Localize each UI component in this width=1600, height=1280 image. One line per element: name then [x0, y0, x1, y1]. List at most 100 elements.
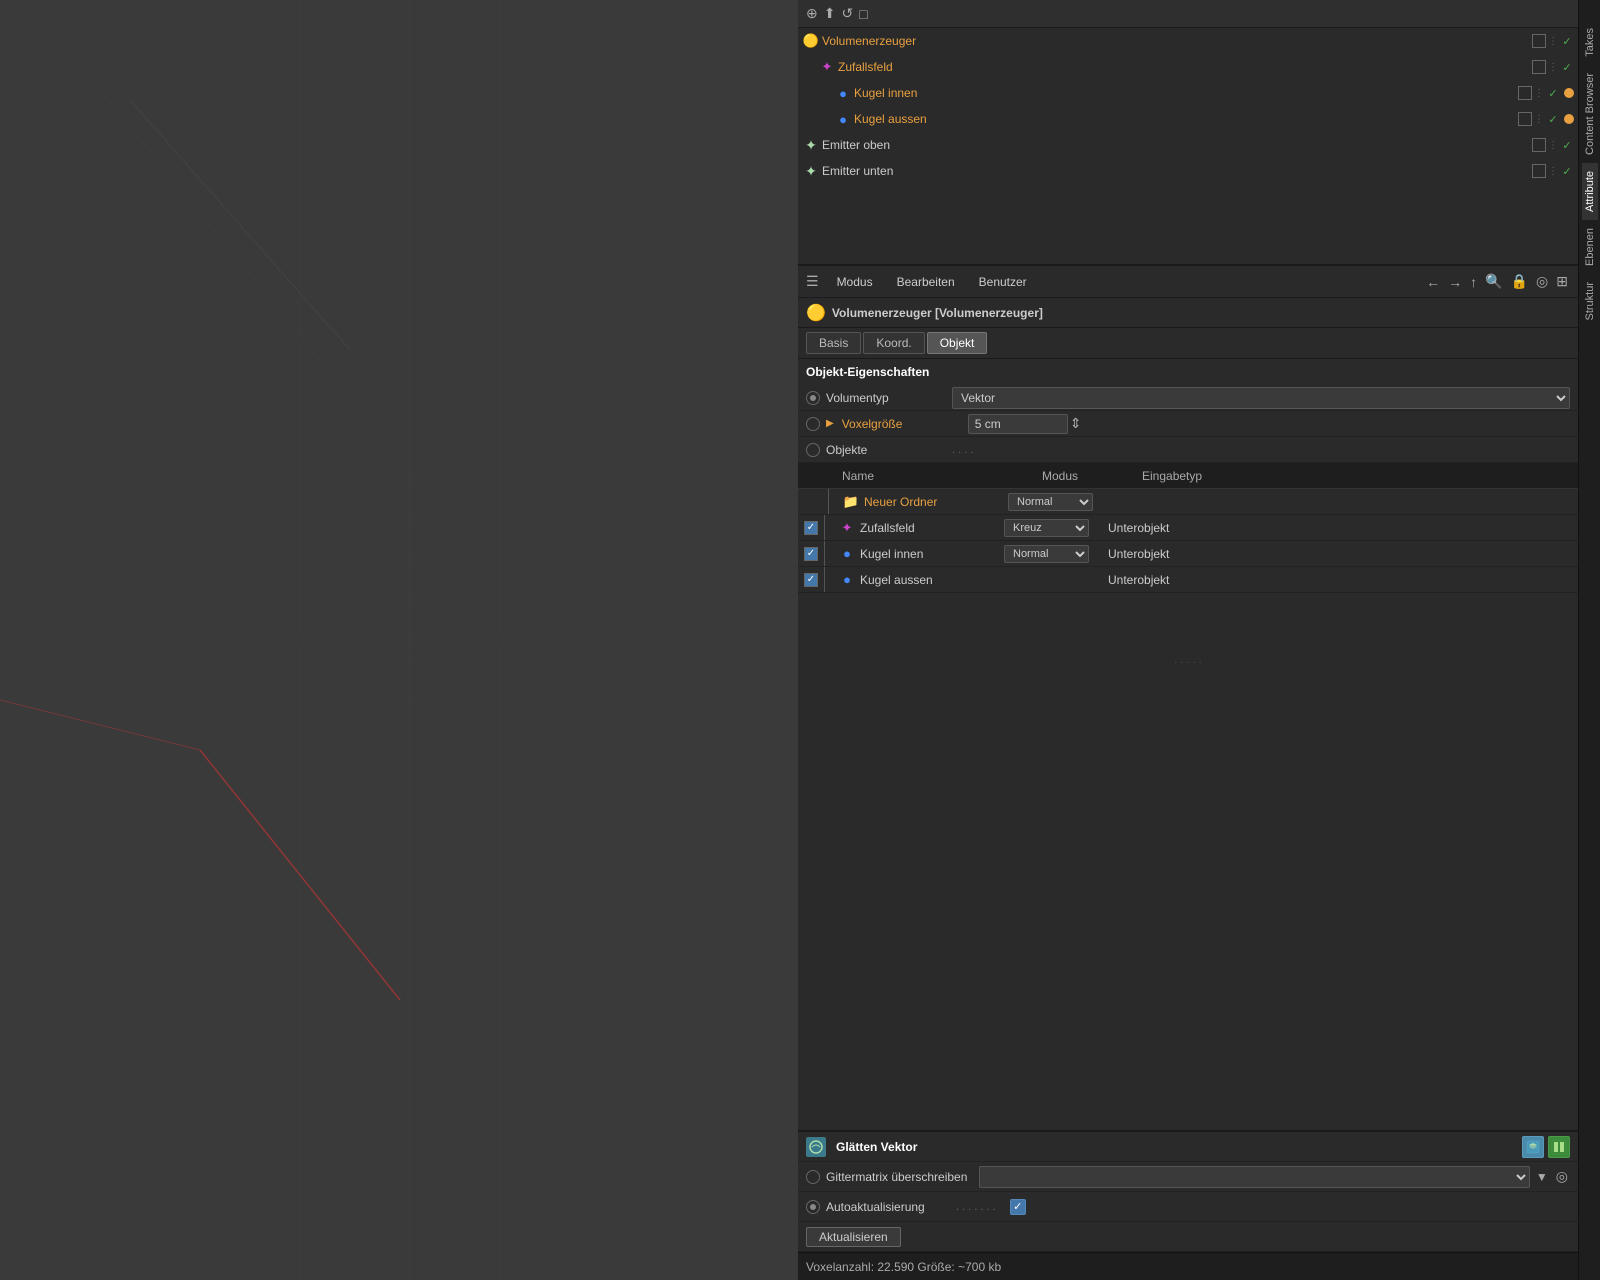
outliner-row-emitter-oben[interactable]: ✦ Emitter oben ⋮ ✓	[798, 132, 1578, 158]
row-actions-2: ⋮ ✓	[1518, 86, 1574, 100]
visibility-icon-5[interactable]	[1532, 164, 1546, 178]
attr-tabs: Basis Koord. Objekt	[798, 328, 1578, 359]
gittermatrix-radio[interactable]	[806, 1170, 820, 1184]
tab-koord[interactable]: Koord.	[863, 332, 924, 354]
attr-title-text: Volumenerzeuger [Volumenerzeuger]	[832, 306, 1043, 320]
voxelgrosse-radio[interactable]	[806, 417, 820, 431]
back-icon[interactable]: ←	[1424, 272, 1442, 292]
visibility-icon-4[interactable]	[1532, 138, 1546, 152]
outliner-row-kugel-aussen[interactable]: ● Kugel aussen ⋮ ✓	[798, 106, 1578, 132]
outliner-row-zufallsfeld[interactable]: ✦ Zufallsfeld ⋮ ✓	[798, 54, 1578, 80]
modus-menu[interactable]: Modus	[831, 271, 879, 293]
volumentyp-label: Volumentyp	[826, 391, 946, 405]
voxelgrosse-input[interactable]	[968, 414, 1068, 434]
table-col-name: Name	[842, 469, 1042, 483]
tab-content-browser[interactable]: Content Browser	[1582, 65, 1598, 163]
tab-takes[interactable]: Takes	[1582, 20, 1598, 65]
indent-line-2	[824, 541, 832, 566]
outliner-row-emitter-unten[interactable]: ✦ Emitter unten ⋮ ✓	[798, 158, 1578, 184]
far-right-tabs: Takes Content Browser Attribute Ebenen S…	[1578, 0, 1600, 1280]
objekt-eigenschaften-header: Objekt-Eigenschaften	[798, 359, 1578, 385]
zufall-icon-table: ✦	[838, 519, 856, 537]
target-icon[interactable]: ◎	[1534, 271, 1550, 292]
visibility-icon-3[interactable]	[1518, 112, 1532, 126]
check-icon-2[interactable]: ✓	[1546, 86, 1560, 100]
check-icon-1[interactable]: ✓	[1560, 60, 1574, 74]
tab-struktur[interactable]: Struktur	[1582, 274, 1598, 329]
modus-select-kugel-innen[interactable]: Normal Kreuz	[1004, 545, 1089, 563]
row-actions-0: ⋮ ✓	[1532, 34, 1574, 48]
check-icon-3[interactable]: ✓	[1546, 112, 1560, 126]
add-tab-icon[interactable]: ⊞	[1554, 271, 1570, 292]
tab-objekt[interactable]: Objekt	[927, 332, 988, 354]
visibility-icon-0[interactable]	[1532, 34, 1546, 48]
outliner-label-emitter-oben: Emitter oben	[822, 138, 1530, 152]
gittermatrix-down-icon[interactable]: ▼	[1534, 1168, 1550, 1186]
benutzer-menu[interactable]: Benutzer	[973, 271, 1033, 293]
table-empty-space	[798, 593, 1578, 653]
checkbox-kugel-aussen[interactable]	[804, 573, 818, 587]
kugel-innen-icon-table: ●	[838, 545, 856, 563]
outliner-row-kugel-innen[interactable]: ● Kugel innen ⋮ ✓	[798, 80, 1578, 106]
outliner-label-volumenerzeuger: Volumenerzeuger	[822, 34, 1530, 48]
table-row-zufallsfeld[interactable]: ✦ Zufallsfeld Kreuz Normal Unterobjekt	[798, 515, 1578, 541]
item-modus-neuer-ordner: Normal Kreuz	[1008, 493, 1108, 511]
visibility-icon-1[interactable]	[1532, 60, 1546, 74]
status-text: Voxelanzahl: 22.590 Größe: ~700 kb	[806, 1260, 1001, 1274]
emitter-oben-icon: ✦	[802, 136, 820, 154]
table-row-kugel-innen[interactable]: ● Kugel innen Normal Kreuz Unterobjekt	[798, 541, 1578, 567]
table-row-kugel-aussen[interactable]: ● Kugel aussen Unterobjekt	[798, 567, 1578, 593]
table-row-neuer-ordner[interactable]: 📁 Neuer Ordner Normal Kreuz	[798, 489, 1578, 515]
tab-ebenen[interactable]: Ebenen	[1582, 220, 1598, 274]
snap-icon[interactable]: □	[859, 6, 867, 22]
folder-icon: 📁	[842, 493, 860, 511]
autoaktualisierung-row: Autoaktualisierung . . . . . . .	[798, 1192, 1578, 1222]
bearbeiten-menu[interactable]: Bearbeiten	[891, 271, 961, 293]
gittermatrix-target-icon[interactable]: ◎	[1554, 1166, 1570, 1187]
row-actions-5: ⋮ ✓	[1532, 164, 1574, 178]
orange-dot-3	[1564, 114, 1574, 124]
item-eingabe-kugel-innen: Unterobjekt	[1108, 547, 1572, 561]
glatten-btn-green[interactable]	[1548, 1136, 1570, 1158]
objekte-radio[interactable]	[806, 443, 820, 457]
aktualisieren-button[interactable]: Aktualisieren	[806, 1227, 901, 1247]
checkbox-zufallsfeld[interactable]	[804, 521, 818, 535]
bottom-section: Glätten Vektor	[798, 1130, 1578, 1280]
refresh-icon[interactable]: ↺	[841, 5, 853, 22]
glatten-buttons	[1522, 1136, 1570, 1158]
lock-icon[interactable]: 🔒	[1509, 271, 1530, 292]
tab-attribute[interactable]: Attribute	[1582, 163, 1598, 220]
volumentyp-radio[interactable]	[806, 391, 820, 405]
gittermatrix-select[interactable]	[979, 1166, 1530, 1188]
indent-line-0	[828, 489, 836, 514]
forward-icon[interactable]: →	[1446, 272, 1464, 292]
item-name-neuer-ordner: Neuer Ordner	[864, 495, 1004, 509]
check-icon-5[interactable]: ✓	[1560, 164, 1574, 178]
viewport	[0, 0, 798, 1280]
autoaktualisierung-checkbox[interactable]	[1010, 1199, 1026, 1215]
check-icon-4[interactable]: ✓	[1560, 138, 1574, 152]
volumentyp-value: Vektor Skalar Normal	[952, 387, 1570, 409]
autoaktualisierung-radio[interactable]	[806, 1200, 820, 1214]
glatten-btn-add[interactable]	[1522, 1136, 1544, 1158]
check-icon-0[interactable]: ✓	[1560, 34, 1574, 48]
visibility-icon-2[interactable]	[1518, 86, 1532, 100]
search-icon[interactable]: 🔍	[1483, 271, 1504, 292]
status-bar: Voxelanzahl: 22.590 Größe: ~700 kb	[798, 1252, 1578, 1280]
hamburger-icon[interactable]: ☰	[806, 273, 819, 290]
up-nav-icon[interactable]: ↑	[1468, 272, 1479, 292]
checkbox-kugel-innen[interactable]	[804, 547, 818, 561]
aktualisieren-row: Aktualisieren	[798, 1222, 1578, 1252]
volumentyp-select[interactable]: Vektor Skalar Normal	[952, 387, 1570, 409]
voxelgrosse-spinner[interactable]: ⇕	[1070, 415, 1082, 432]
dots-icon-4: ⋮	[1548, 140, 1558, 151]
outliner-row-volumenerzeuger[interactable]: 🟡 Volumenerzeuger ⋮ ✓	[798, 28, 1578, 54]
dots-icon-0: ⋮	[1548, 36, 1558, 47]
modus-select-zufallsfeld[interactable]: Kreuz Normal	[1004, 519, 1089, 537]
move-icon[interactable]: ⊕	[806, 5, 818, 22]
modus-select-neuer-ordner[interactable]: Normal Kreuz	[1008, 493, 1093, 511]
up-icon[interactable]: ⬆	[824, 5, 836, 22]
item-eingabe-kugel-aussen: Unterobjekt	[1108, 573, 1572, 587]
tab-basis[interactable]: Basis	[806, 332, 861, 354]
voxelgrosse-value: ⇕	[968, 414, 1570, 434]
